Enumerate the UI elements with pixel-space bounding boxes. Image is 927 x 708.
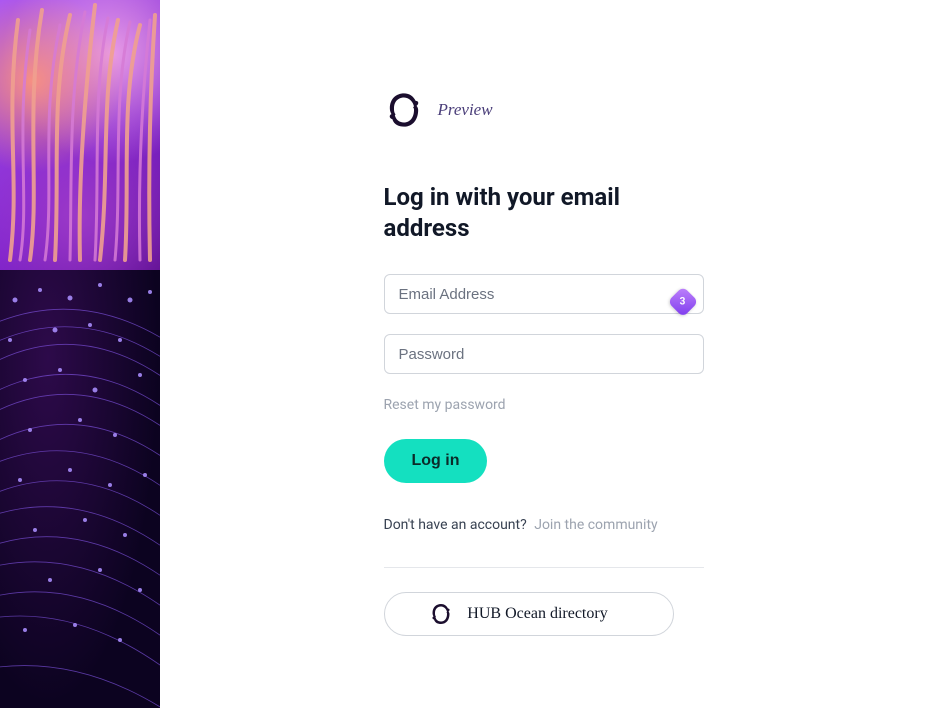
artwork-bottom [0,270,160,708]
coral-illustration [0,0,160,270]
hub-ocean-directory-button[interactable]: HUB Ocean directory [384,592,674,636]
artwork-top [0,0,160,270]
login-button[interactable]: Log in [384,439,488,483]
email-field-wrap: 3 [384,274,704,334]
network-illustration [0,270,160,708]
side-artwork [0,0,160,708]
section-divider [384,567,704,568]
brand-logo-icon [384,90,424,130]
join-community-link[interactable]: Join the community [534,517,657,533]
email-input[interactable] [384,274,704,314]
login-panel: Preview Log in with your email address 3… [384,90,704,708]
preview-label: Preview [438,100,493,120]
signup-prompt: Don't have an account? [384,517,527,533]
brand-logo-small-icon [429,602,453,626]
password-input[interactable] [384,334,704,374]
page-layout: Preview Log in with your email address 3… [0,0,927,708]
main-content: Preview Log in with your email address 3… [160,0,927,708]
signup-row: Don't have an account? Join the communit… [384,517,704,533]
reset-password-link[interactable]: Reset my password [384,397,506,413]
directory-button-label: HUB Ocean directory [467,605,607,623]
password-field-wrap [384,334,704,394]
brand-row: Preview [384,90,704,130]
login-heading: Log in with your email address [384,182,704,244]
